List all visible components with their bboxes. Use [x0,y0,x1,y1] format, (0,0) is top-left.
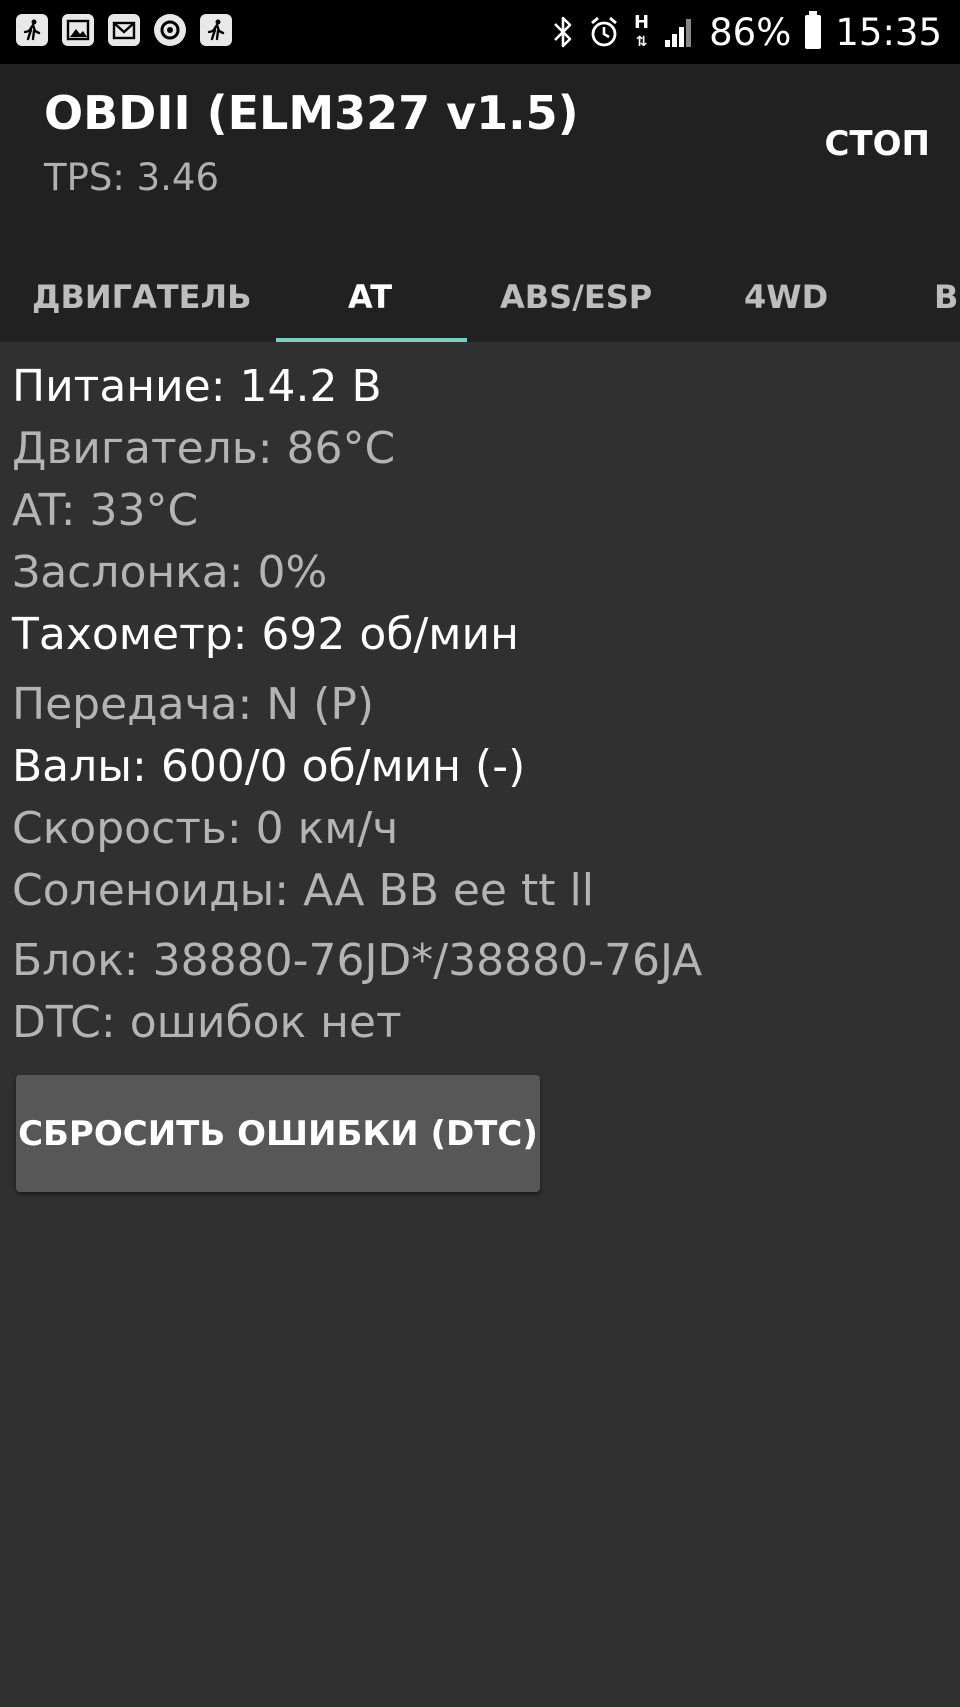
tab-abs-esp[interactable]: ABS/ESP [500,252,652,342]
signal-icon [663,16,695,48]
image-icon [62,14,94,46]
reading-throttle: Заслонка: 0% [12,547,328,598]
reading-shafts: Валы: 600/0 об/мин (-) [12,741,526,792]
reading-ecu-block: Блок: 38880-76JD*/38880-76JA [12,935,703,986]
circle-arrows-icon [154,14,186,46]
reading-tachometer: Тахометр: 692 об/мин [12,609,519,660]
tab-engine[interactable]: ДВИГАТЕЛЬ [32,252,251,342]
tab-4wd[interactable]: 4WD [744,252,828,342]
app-title: OBDII (ELM327 v1.5) [44,86,579,140]
reading-engine-temp: Двигатель: 86°C [12,423,396,474]
tab-indicator [276,338,467,342]
reset-dtc-button[interactable]: СБРОСИТЬ ОШИБКИ (DTC) [16,1075,540,1192]
runner-icon [16,14,48,46]
reading-solenoids: Соленоиды: AA BB ee tt ll [12,865,594,916]
tab-bar: ДВИГАТЕЛЬ AT ABS/ESP 4WD BC [0,252,960,342]
network-type-icon: H ⇅ [634,11,650,50]
tab-at[interactable]: AT [348,252,392,342]
battery-icon [805,11,822,49]
reading-gear: Передача: N (P) [12,679,375,730]
battery-percent: 86% [709,10,792,54]
at-readings: Питание: 14.2 В Двигатель: 86°C AT: 33°C… [12,356,952,1054]
tps-subtitle: TPS: 3.46 [44,156,220,199]
app-bar: OBDII (ELM327 v1.5) TPS: 3.46 СТОП ДВИГА… [0,64,960,342]
clock: 15:35 [835,10,942,54]
reading-dtc: DTC: ошибок нет [12,997,402,1048]
reading-speed: Скорость: 0 км/ч [12,803,399,854]
bluetooth-icon [552,15,574,49]
stop-button[interactable]: СТОП [816,118,938,170]
alarm-icon [588,15,620,49]
network-type-label: H [634,11,650,33]
mail-icon [108,14,140,46]
runner-icon [200,14,232,46]
reading-power: Питание: 14.2 В [12,361,382,412]
status-bar: H ⇅ 86% 15:35 [0,0,960,64]
tab-bc[interactable]: BC [934,252,960,342]
reading-at-temp: AT: 33°C [12,485,199,536]
notification-icons [16,14,232,46]
system-icons: H ⇅ 86% 15:35 [552,8,942,56]
